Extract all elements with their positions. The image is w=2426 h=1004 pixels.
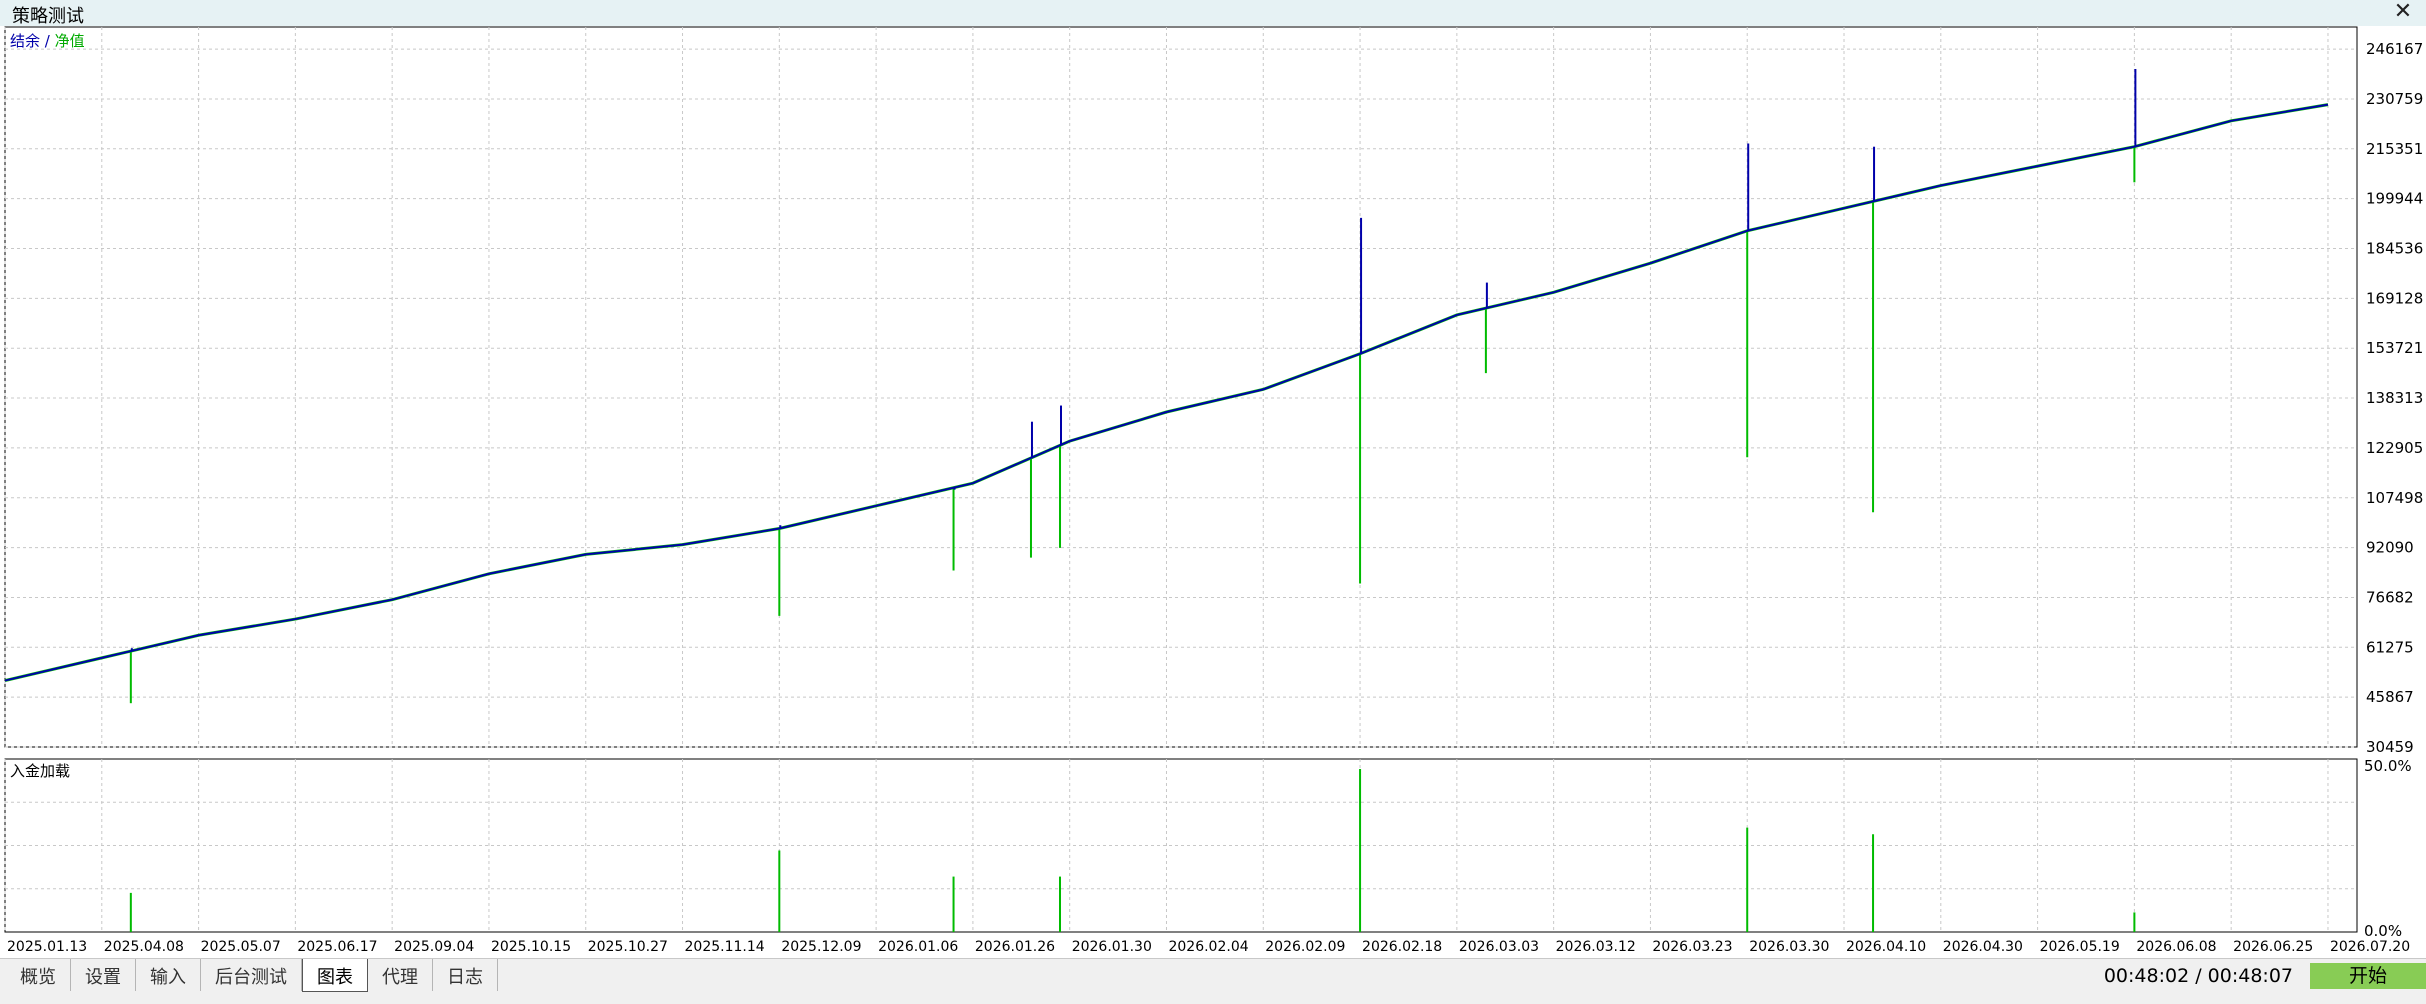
x-tick-label: 2026.03.23 xyxy=(1652,939,1732,955)
y-tick-label: 61275 xyxy=(2366,638,2414,656)
x-tick-label: 2026.03.03 xyxy=(1459,939,1539,955)
tab-概览[interactable]: 概览 xyxy=(6,959,71,991)
x-tick-label: 2026.06.08 xyxy=(2136,939,2216,955)
x-axis-ticks: 2025.01.13 2025.04.08 2025.05.07 2025.06.17… xyxy=(7,939,2410,955)
x-tick-label: 2026.01.26 xyxy=(975,939,1055,955)
y-tick-label: 199944 xyxy=(2366,190,2423,208)
x-tick-label: 2025.10.27 xyxy=(588,939,668,955)
legend: 结余 / 净值 xyxy=(10,32,85,50)
y-tick-label: 45867 xyxy=(2366,688,2414,706)
y-tick-label: 92090 xyxy=(2366,539,2414,557)
legend-equity: 净值 xyxy=(55,32,85,50)
y-tick-label: 76682 xyxy=(2366,588,2414,606)
tab-图表[interactable]: 图表 xyxy=(302,959,368,992)
window-title: 策略测试 xyxy=(12,6,84,27)
x-tick-label: 2025.06.17 xyxy=(297,939,377,955)
tab-bar: 概览 设置 输入 后台测试 图表 代理 日志 00:48:02 / 00:48:07 开始 xyxy=(0,958,2426,1004)
x-tick-label: 2026.04.30 xyxy=(1943,939,2023,955)
x-tick-label: 2025.05.07 xyxy=(201,939,281,955)
x-tick-label: 2026.03.12 xyxy=(1556,939,1636,955)
tab-后台测试[interactable]: 后台测试 xyxy=(201,959,302,991)
x-tick-label: 2025.04.08 xyxy=(104,939,184,955)
chart-area: 246167 230759 215351 199944 184536 169128 1537… xyxy=(4,26,2423,955)
time-readout: 00:48:02 / 00:48:07 xyxy=(2103,965,2293,987)
y-tick-label: 138313 xyxy=(2366,389,2423,407)
legend-separator: / xyxy=(40,32,55,50)
y-tick-label: 230759 xyxy=(2366,90,2423,108)
title-bar: 策略测试 ✕ xyxy=(0,0,2426,27)
y-tick-label: 184536 xyxy=(2366,240,2423,258)
x-tick-label: 2026.02.18 xyxy=(1362,939,1442,955)
tab-设置[interactable]: 设置 xyxy=(71,959,136,991)
x-tick-label: 2026.01.30 xyxy=(1072,939,1152,955)
tab-输入[interactable]: 输入 xyxy=(136,959,201,991)
y-tick-label: 169128 xyxy=(2366,289,2423,307)
tabs: 概览 设置 输入 后台测试 图表 代理 日志 xyxy=(6,959,498,992)
y-tick-label: 122905 xyxy=(2366,439,2423,457)
start-button[interactable]: 开始 xyxy=(2310,963,2426,989)
x-tick-label: 2026.06.25 xyxy=(2233,939,2313,955)
y-tick-label: 107498 xyxy=(2366,489,2423,507)
y-tick-label: 215351 xyxy=(2366,140,2423,158)
x-tick-label: 2026.02.09 xyxy=(1265,939,1345,955)
y-tick-label: 153721 xyxy=(2366,339,2423,357)
y-axis-ticks: 246167 230759 215351 199944 184536 169128 1537… xyxy=(2364,40,2423,940)
x-tick-label: 2026.04.10 xyxy=(1846,939,1926,955)
equity-plot-frame xyxy=(4,26,2358,748)
y-tick-label: 30459 xyxy=(2366,738,2414,756)
load-chart-title: 入金加载 xyxy=(10,762,70,780)
y-tick-label: 246167 xyxy=(2366,40,2423,58)
x-tick-label: 2026.01.06 xyxy=(878,939,958,955)
x-tick-label: 2026.02.04 xyxy=(1168,939,1248,955)
x-tick-label: 2025.01.13 xyxy=(7,939,87,955)
x-tick-label: 2026.05.19 xyxy=(2040,939,2120,955)
x-tick-label: 2025.12.09 xyxy=(781,939,861,955)
tab-日志[interactable]: 日志 xyxy=(433,959,498,991)
x-tick-label: 2026.07.20 xyxy=(2330,939,2410,955)
load-tick-bottom: 0.0% xyxy=(2364,922,2402,940)
legend-balance: 结余 xyxy=(10,32,40,50)
x-tick-label: 2025.09.04 xyxy=(394,939,474,955)
x-tick-label: 2025.11.14 xyxy=(685,939,765,955)
load-tick-top: 50.0% xyxy=(2364,757,2412,775)
x-tick-label: 2025.10.15 xyxy=(491,939,571,955)
tab-代理[interactable]: 代理 xyxy=(368,959,433,991)
close-icon[interactable]: ✕ xyxy=(2388,0,2418,26)
x-tick-label: 2026.03.30 xyxy=(1749,939,1829,955)
